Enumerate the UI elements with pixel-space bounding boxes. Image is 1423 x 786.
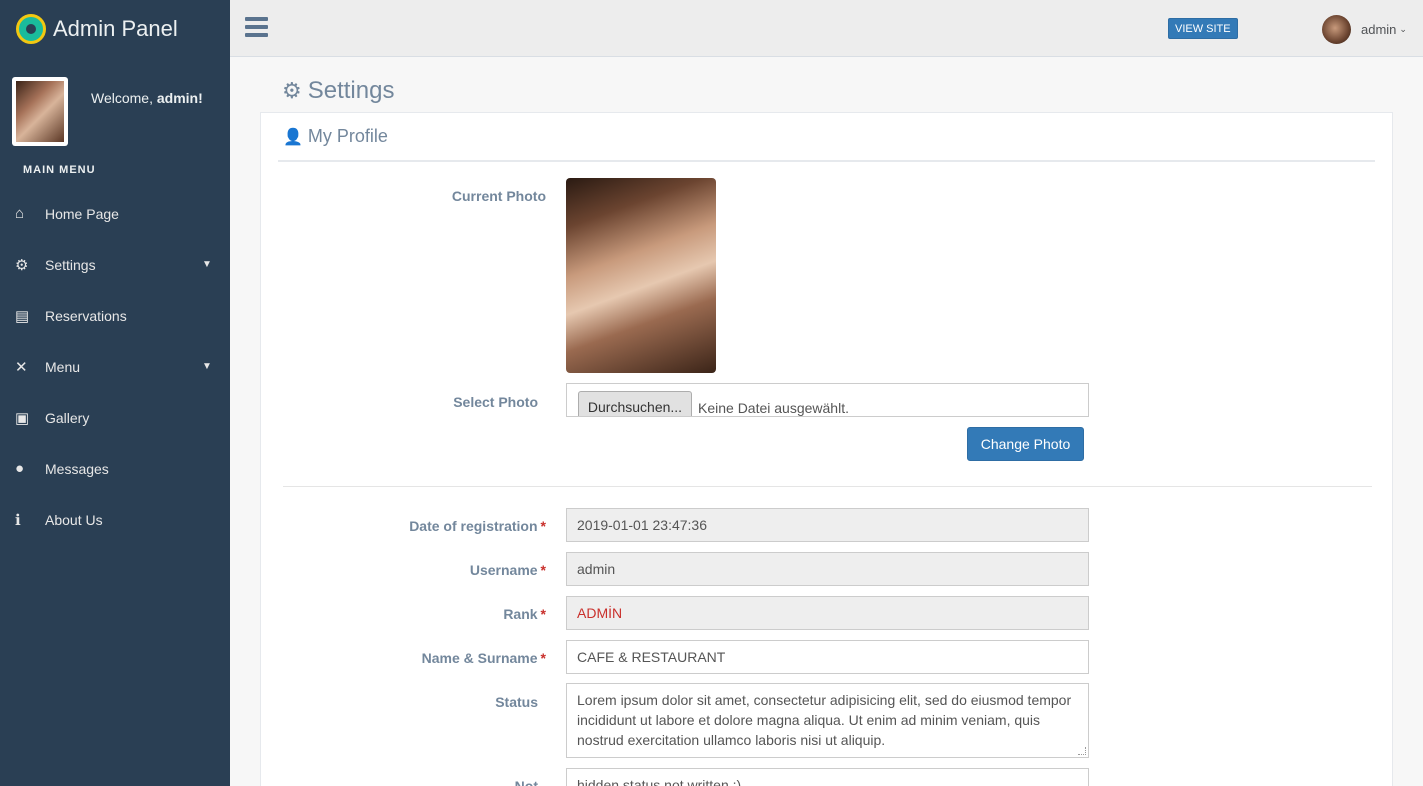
info-icon: ℹ (15, 511, 21, 529)
user-name: admin (1361, 22, 1397, 37)
sidebar-item-label: Settings (45, 256, 96, 273)
required-mark: * (540, 606, 546, 622)
sidebar-item-label: Menu (45, 358, 81, 375)
resize-handle-icon[interactable] (1078, 747, 1086, 755)
browse-button[interactable]: Durchsuchen... (578, 391, 692, 416)
comments-icon: ● (15, 460, 25, 477)
home-icon: ⌂ (15, 205, 25, 222)
cutlery-icon: ✕ (15, 358, 28, 376)
sidebar-item-settings[interactable]: ⚙ Settings ▼ (0, 239, 230, 290)
current-photo (566, 178, 716, 373)
status-textarea[interactable]: Lorem ipsum dolor sit amet, consectetur … (566, 683, 1089, 758)
file-input[interactable]: Durchsuchen... Keine Datei ausgewählt. (566, 383, 1089, 417)
name-surname-input[interactable]: CAFE & RESTAURANT (566, 640, 1089, 674)
sidebar-item-menu[interactable]: ✕ Menu ▼ (0, 341, 230, 392)
sidebar-item-label: Messages (45, 460, 109, 477)
cogs-icon: ⚙ (15, 256, 29, 274)
book-icon: ▤ (15, 307, 30, 325)
chevron-down-icon: ▼ (202, 361, 212, 372)
profile-avatar (12, 77, 68, 146)
not-label: Not (514, 778, 538, 786)
sidebar-item-label: About Us (45, 511, 103, 528)
registration-label: Date of registration * (286, 518, 546, 534)
divider (283, 486, 1372, 487)
sidebar-item-label: Home Page (45, 205, 119, 222)
page-title-text: Settings (307, 77, 395, 104)
menu-toggle-icon[interactable] (245, 17, 268, 38)
name-label-text: Name & Surname (421, 650, 538, 666)
panel-title: 👤 My Profile (278, 113, 1375, 162)
rank-label-text: Rank (503, 606, 538, 622)
status-label: Status (495, 694, 538, 710)
sidebar-profile: Welcome, admin! (0, 57, 230, 161)
cogs-icon: ⚙ (282, 78, 302, 103)
sidebar-item-label: Gallery (45, 409, 90, 426)
username-field: admin (566, 552, 1089, 586)
not-input[interactable]: hidden status not written :) (566, 768, 1089, 786)
topbar: VIEW SITE admin ⌄ (230, 0, 1423, 57)
sidebar-item-gallery[interactable]: ▣ Gallery (0, 392, 230, 443)
sidebar: Admin Panel Welcome, admin! MAIN MENU ⌂ … (0, 0, 230, 786)
panel-title-text: My Profile (307, 126, 388, 146)
welcome-prefix: Welcome, (91, 90, 153, 106)
welcome-text: Welcome, admin! (91, 90, 203, 106)
main-menu-title: MAIN MENU (23, 164, 96, 176)
sidebar-item-about[interactable]: ℹ About Us (0, 494, 230, 545)
name-label: Name & Surname * (286, 650, 546, 666)
rank-field: ADMİN (566, 596, 1089, 630)
sidebar-item-label: Reservations (45, 307, 127, 324)
welcome-user: admin! (156, 90, 203, 106)
user-avatar (1322, 15, 1351, 44)
file-status: Keine Datei ausgewählt. (698, 400, 849, 416)
chevron-down-icon: ▼ (202, 259, 212, 270)
required-mark: * (540, 562, 546, 578)
sidebar-nav: ⌂ Home Page ⚙ Settings ▼ ▤ Reservations … (0, 188, 230, 545)
sidebar-item-reservations[interactable]: ▤ Reservations (0, 290, 230, 341)
registration-field: 2019-01-01 23:47:36 (566, 508, 1089, 542)
main-content: ⚙ Settings 👤 My Profile Current Photo Se… (230, 57, 1423, 786)
chevron-down-icon: ⌄ (1399, 24, 1407, 34)
registration-label-text: Date of registration (409, 518, 538, 534)
username-label-text: Username (469, 562, 538, 578)
required-mark: * (540, 518, 546, 534)
brand-title: Admin Panel (53, 15, 178, 41)
rank-label: Rank * (286, 606, 546, 622)
change-photo-button[interactable]: Change Photo (967, 427, 1084, 461)
username-label: Username * (286, 562, 546, 578)
gear-logo-icon (16, 13, 46, 44)
view-site-button[interactable]: VIEW SITE (1168, 18, 1238, 39)
required-mark: * (540, 650, 546, 666)
image-icon: ▣ (15, 409, 30, 427)
select-photo-label: Select Photo (453, 394, 538, 410)
status-text: Lorem ipsum dolor sit amet, consectetur … (577, 692, 1072, 748)
sidebar-item-messages[interactable]: ● Messages (0, 443, 230, 494)
sidebar-item-home[interactable]: ⌂ Home Page (0, 188, 230, 239)
current-photo-label: Current Photo (451, 188, 546, 204)
brand[interactable]: Admin Panel (0, 0, 230, 57)
user-menu[interactable]: admin ⌄ (1322, 15, 1407, 44)
page-title: ⚙ Settings (282, 77, 394, 105)
profile-panel: 👤 My Profile Current Photo Select Photo … (260, 112, 1393, 786)
user-icon: 👤 (283, 128, 303, 146)
